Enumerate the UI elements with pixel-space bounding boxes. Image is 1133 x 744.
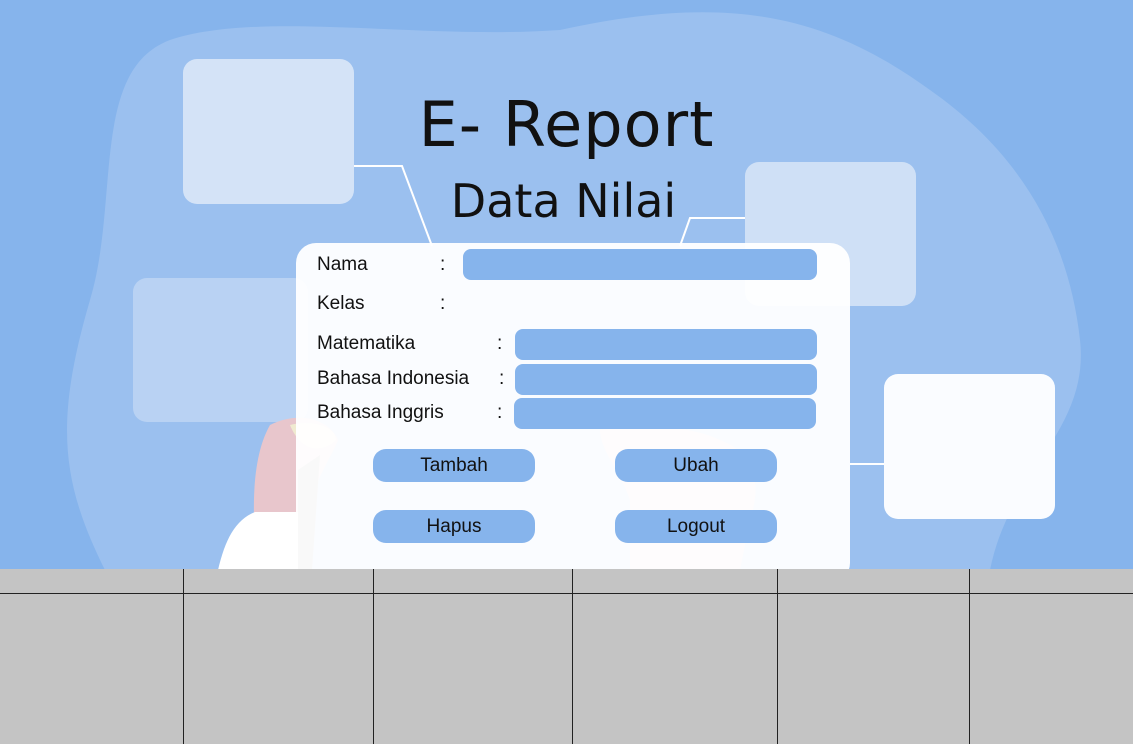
logout-button[interactable]: Logout xyxy=(615,510,777,543)
data-table-area[interactable] xyxy=(0,569,1133,744)
table-header-cell[interactable] xyxy=(571,569,777,594)
ubah-button[interactable]: Ubah xyxy=(615,449,777,482)
bahasa-inggris-colon: : xyxy=(497,402,503,423)
matematika-colon: : xyxy=(497,333,503,354)
hapus-button[interactable]: Hapus xyxy=(373,510,535,543)
table-header-cell[interactable] xyxy=(372,569,572,594)
table-cell[interactable] xyxy=(372,593,572,744)
table-cell[interactable] xyxy=(571,593,777,744)
tambah-button[interactable]: Tambah xyxy=(373,449,535,482)
table-header-row xyxy=(0,569,1133,594)
nama-label: Nama xyxy=(317,254,368,275)
deco-panel xyxy=(133,278,308,422)
deco-panel xyxy=(884,374,1055,519)
kelas-label: Kelas xyxy=(317,293,365,314)
bahasa-indonesia-label: Bahasa Indonesia xyxy=(317,368,470,389)
bahasa-inggris-input[interactable] xyxy=(514,398,816,429)
table-cell[interactable] xyxy=(776,593,969,744)
bahasa-indonesia-colon: : xyxy=(499,368,505,389)
table-row[interactable] xyxy=(0,593,1133,744)
table-header-cell[interactable] xyxy=(776,569,969,594)
matematika-label: Matematika xyxy=(317,333,416,354)
bahasa-inggris-label: Bahasa Inggris xyxy=(317,402,444,423)
table-header-cell[interactable] xyxy=(0,569,183,594)
table-cell[interactable] xyxy=(0,593,183,744)
matematika-input[interactable] xyxy=(515,329,817,360)
page-title: E- Report xyxy=(418,88,715,161)
bahasa-indonesia-input[interactable] xyxy=(515,364,817,395)
kelas-colon: : xyxy=(440,293,446,314)
data-table[interactable] xyxy=(0,569,1133,744)
nama-colon: : xyxy=(440,254,446,275)
page-subtitle: Data Nilai xyxy=(450,174,677,228)
table-cell[interactable] xyxy=(968,593,1133,744)
table-cell[interactable] xyxy=(182,593,373,744)
table-header-cell[interactable] xyxy=(968,569,1133,594)
table-header-cell[interactable] xyxy=(182,569,373,594)
nama-input[interactable] xyxy=(463,249,817,280)
